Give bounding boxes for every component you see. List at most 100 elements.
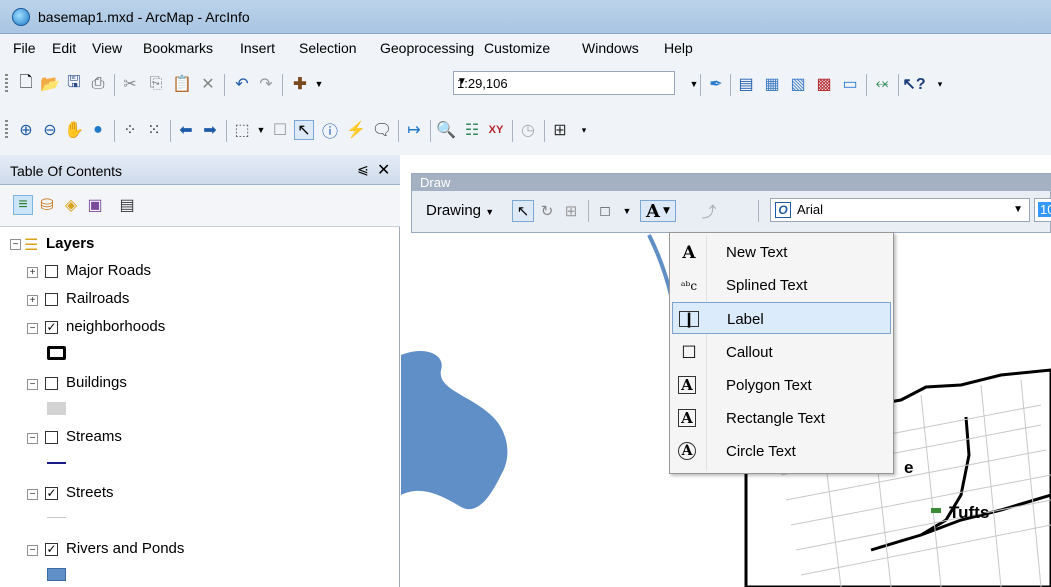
rectangle-icon[interactable]: □ [594, 200, 616, 222]
layer-buildings[interactable]: Buildings [66, 374, 127, 391]
menu-help[interactable]: Help [664, 40, 693, 56]
go-forward-icon[interactable]: ➡ [200, 120, 220, 140]
collapse-icon[interactable]: − [27, 489, 38, 500]
time-slider-icon[interactable]: ◷ [518, 120, 538, 140]
layer-visibility-checkbox[interactable] [45, 431, 58, 444]
python-window-icon[interactable]: ▭ [840, 74, 860, 94]
menu-insert[interactable]: Insert [240, 40, 275, 56]
list-by-source-icon[interactable]: ⛁ [37, 195, 57, 215]
layer-neighborhoods[interactable]: neighborhoods [66, 318, 165, 335]
menu-customize[interactable]: Customize [484, 40, 550, 56]
water-fill-symbol[interactable] [47, 568, 66, 581]
scale-dropdown-icon[interactable]: ▼ [684, 74, 704, 94]
arctoolbox-icon[interactable]: ▩ [814, 74, 834, 94]
menu-selection[interactable]: Selection [299, 40, 357, 56]
zoom-in-icon[interactable]: ⊕ [16, 120, 36, 140]
map-scale-combobox[interactable]: 1:29,106 ▼ [453, 71, 675, 95]
layer-major-roads[interactable]: Major Roads [66, 262, 151, 279]
pin-icon[interactable]: ⩿ [357, 161, 369, 178]
layer-streets[interactable]: Streets [66, 484, 114, 501]
add-data-icon[interactable]: ✚ [290, 74, 310, 94]
menu-item-rectangle-text[interactable]: A Rectangle Text [672, 402, 891, 434]
go-to-xy-icon[interactable]: XY [486, 120, 506, 140]
print-icon[interactable]: ⎙ [88, 74, 108, 94]
zoom-out-icon[interactable]: ⊖ [40, 120, 60, 140]
open-folder-icon[interactable]: 📂 [40, 74, 60, 94]
identify-icon[interactable]: ⓘ [320, 120, 340, 141]
toolbar-options-icon[interactable]: ▾ [574, 120, 594, 140]
copy-icon[interactable]: ⎘ [146, 74, 166, 94]
toolbar-grip[interactable] [5, 74, 8, 94]
new-text-tool-button[interactable]: A ▼ [640, 200, 676, 222]
toc-window-icon[interactable]: ▤ [736, 74, 756, 94]
find-route-icon[interactable]: ☷ [462, 120, 482, 140]
zoom-to-elements-icon[interactable]: ⊞ [560, 200, 582, 222]
list-by-selection-icon[interactable]: ▣ [85, 195, 105, 215]
edit-vertices-icon[interactable]: ⤴ [698, 200, 720, 222]
fixed-zoom-in-icon[interactable]: ⁘ [120, 120, 140, 140]
menu-item-label-tool[interactable]: ❙ Label [672, 302, 891, 334]
menu-bookmarks[interactable]: Bookmarks [143, 40, 213, 56]
editor-toolbar-icon[interactable]: ✒ [706, 74, 726, 94]
menu-file[interactable]: File [13, 40, 36, 56]
collapse-icon[interactable]: − [10, 239, 21, 250]
font-size-combobox[interactable]: 10 [1034, 198, 1051, 222]
blue-line-symbol[interactable] [47, 462, 66, 464]
full-extent-globe-icon[interactable]: ● [88, 120, 108, 140]
menu-edit[interactable]: Edit [52, 40, 76, 56]
select-features-icon[interactable]: ⬚ [232, 120, 252, 140]
fixed-zoom-out-icon[interactable]: ⁙ [144, 120, 164, 140]
select-dropdown-icon[interactable]: ▼ [251, 120, 271, 140]
paste-icon[interactable]: 📋 [172, 74, 192, 94]
layer-visibility-checkbox[interactable] [45, 265, 58, 278]
redo-icon[interactable]: ↷ [256, 74, 276, 94]
layer-visibility-checkbox[interactable]: ✓ [45, 543, 58, 556]
collapse-icon[interactable]: − [27, 433, 38, 444]
menu-windows[interactable]: Windows [582, 40, 639, 56]
rotate-icon[interactable]: ↻ [536, 200, 558, 222]
menu-geoprocessing[interactable]: Geoprocessing [380, 40, 474, 56]
collapse-icon[interactable]: − [27, 323, 38, 334]
html-popup-icon[interactable]: 🗨 [372, 120, 392, 140]
layer-visibility-checkbox[interactable]: ✓ [45, 487, 58, 500]
search-window-icon[interactable]: ▧ [788, 74, 808, 94]
toolbar-grip[interactable] [5, 120, 8, 140]
measure-icon[interactable]: ↦ [404, 120, 424, 140]
layer-visibility-checkbox[interactable]: ✓ [45, 321, 58, 334]
layer-visibility-checkbox[interactable] [45, 293, 58, 306]
gray-line-symbol[interactable] [47, 517, 66, 518]
menu-item-callout[interactable]: ☐ Callout [672, 336, 891, 368]
layer-visibility-checkbox[interactable] [45, 377, 58, 390]
save-icon[interactable]: 🖫 [64, 74, 84, 94]
menu-item-circle-text[interactable]: A Circle Text [672, 435, 891, 467]
menu-item-polygon-text[interactable]: A Polygon Text [672, 369, 891, 401]
new-document-icon[interactable]: 🗋 [16, 74, 36, 94]
list-by-drawing-order-icon[interactable]: ≡ [13, 195, 33, 215]
layer-railroads[interactable]: Railroads [66, 290, 129, 307]
draw-toolbar-caption[interactable]: Draw [412, 174, 1051, 191]
delete-icon[interactable]: ✕ [198, 74, 218, 94]
drawing-menu-button[interactable]: Drawing ▼ [426, 202, 494, 219]
layer-streams[interactable]: Streams [66, 428, 122, 445]
go-back-icon[interactable]: ⬅ [176, 120, 196, 140]
select-elements-arrow-icon[interactable]: ↖ [294, 120, 314, 140]
chevron-down-icon[interactable]: ▼ [457, 76, 670, 87]
catalog-window-icon[interactable]: ▦ [762, 74, 782, 94]
chevron-down-icon[interactable]: ▼ [1013, 204, 1023, 215]
find-binoculars-icon[interactable]: 🔍 [436, 120, 456, 140]
menu-item-new-text[interactable]: A New Text [672, 236, 891, 268]
toolbar-options-icon[interactable]: ▾ [930, 74, 950, 94]
add-data-dropdown-icon[interactable]: ▼ [309, 74, 329, 94]
pan-hand-icon[interactable]: ✋ [64, 120, 84, 140]
list-by-visibility-icon[interactable]: ◈ [61, 195, 81, 215]
viewer-window-icon[interactable]: ⊞ [550, 120, 570, 140]
shape-dropdown-icon[interactable]: ▼ [616, 200, 638, 222]
expand-icon[interactable]: + [27, 295, 38, 306]
collapse-icon[interactable]: − [27, 379, 38, 390]
layer-rivers-and-ponds[interactable]: Rivers and Ponds [66, 540, 184, 557]
collapse-icon[interactable]: − [27, 545, 38, 556]
close-icon[interactable]: ✕ [377, 160, 390, 180]
modelbuilder-icon[interactable]: ⬾ [872, 74, 892, 94]
whats-this-icon[interactable]: ↖? [902, 74, 925, 94]
undo-icon[interactable]: ↶ [232, 74, 252, 94]
